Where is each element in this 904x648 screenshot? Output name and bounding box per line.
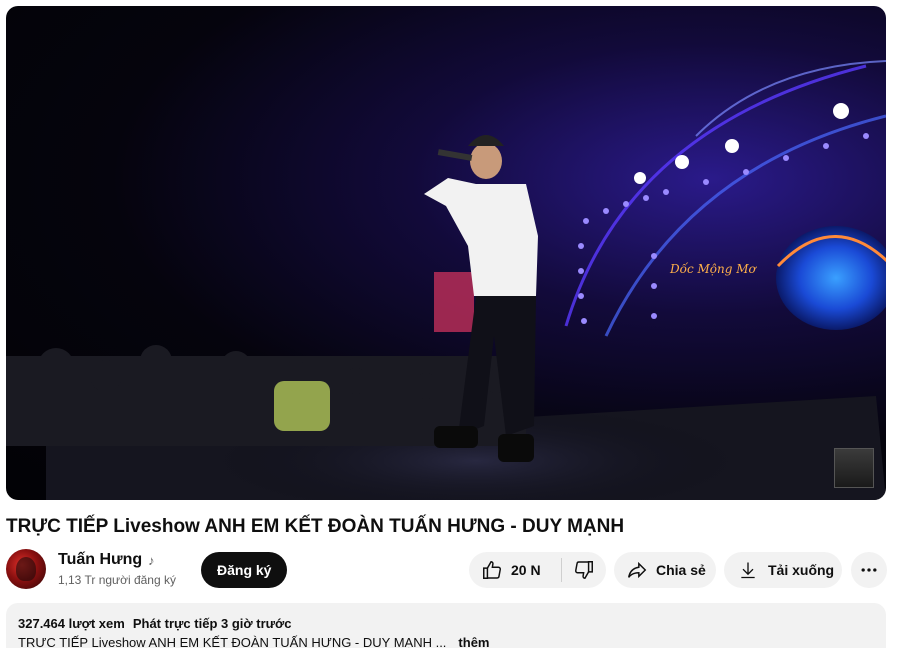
like-count: 20 N [511, 562, 541, 578]
share-icon [626, 559, 648, 581]
channel-name-link[interactable]: Tuấn Hưng ♪ [58, 551, 155, 569]
description-box[interactable]: 327.464 lượt xem Phát trực tiếp 3 giờ tr… [6, 603, 886, 648]
like-dislike-group: 20 N [469, 552, 606, 588]
subscribe-button[interactable]: Đăng ký [201, 552, 288, 588]
music-note-icon: ♪ [148, 552, 155, 568]
more-icon [859, 560, 879, 580]
channel-watermark[interactable] [834, 448, 874, 488]
thumbs-down-icon [573, 559, 595, 581]
video-frame: Dốc Mộng Mơ [6, 60, 886, 500]
share-button[interactable]: Chia sẻ [614, 552, 716, 588]
more-actions-button[interactable] [851, 552, 887, 588]
share-label: Chia sẻ [656, 562, 706, 578]
download-label: Tải xuống [768, 562, 835, 578]
description-text: TRỰC TIẾP Liveshow ANH EM KẾT ĐOÀN TUẤN … [18, 635, 447, 648]
description-meta: 327.464 lượt xem Phát trực tiếp 3 giờ tr… [18, 616, 874, 631]
owner-row: Tuấn Hưng ♪ 1,13 Tr người đăng ký Đăng k… [6, 549, 896, 591]
channel-name: Tuấn Hưng [58, 551, 143, 568]
video-title: TRỰC TIẾP Liveshow ANH EM KẾT ĐOÀN TUẤN … [6, 516, 625, 537]
stream-time: Phát trực tiếp 3 giờ trước [132, 616, 292, 631]
download-button[interactable]: Tải xuống [724, 552, 842, 588]
subscriber-count: 1,13 Tr người đăng ký [58, 573, 176, 587]
download-icon [738, 560, 758, 580]
video-player[interactable]: Dốc Mộng Mơ [6, 6, 886, 500]
thumbs-up-icon [481, 559, 503, 581]
view-count: 327.464 lượt xem [18, 616, 125, 631]
show-more-link[interactable]: thêm [458, 635, 489, 648]
dislike-button[interactable] [562, 552, 606, 588]
description-snippet: TRỰC TIẾP Liveshow ANH EM KẾT ĐOÀN TUẤN … [18, 635, 874, 648]
stage-sign: Dốc Mộng Mơ [669, 261, 758, 276]
channel-avatar[interactable] [6, 549, 46, 589]
like-button[interactable]: 20 N [469, 552, 561, 588]
